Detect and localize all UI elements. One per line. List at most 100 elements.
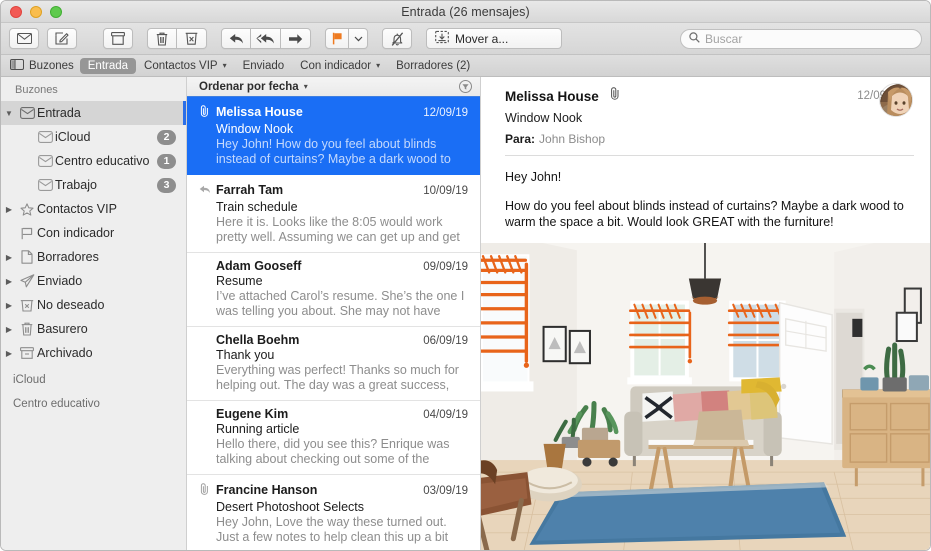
fav-label: Borradores (2): [396, 59, 471, 72]
sidebar-section-centro-educativo[interactable]: Centro educativo: [1, 389, 186, 413]
reply-all-button[interactable]: [251, 28, 281, 49]
reply-button[interactable]: [221, 28, 251, 49]
move-to-button[interactable]: Mover a...: [426, 28, 562, 49]
sidebar-toggle-button[interactable]: Buzones: [10, 57, 80, 75]
message-subject: Resume: [216, 274, 263, 288]
bell-slash-icon: [391, 31, 404, 46]
mail-window: Entrada (26 mensajes) Mover a... Buscar …: [0, 0, 931, 551]
sort-label: Ordenar por fecha: [199, 80, 299, 93]
message-rows: Melissa House 12/09/19 Window Nook Hey J…: [187, 97, 480, 550]
chevron-down-icon: ▾: [376, 61, 381, 70]
forward-button[interactable]: [281, 28, 311, 49]
mute-button[interactable]: [382, 28, 412, 49]
to-label: Para:: [505, 132, 536, 146]
flag-menu-button[interactable]: [349, 28, 368, 49]
close-button[interactable]: [10, 5, 22, 18]
sidebar-item-trabajo[interactable]: Trabajo 3: [1, 173, 186, 197]
sidebar-section-icloud[interactable]: iCloud: [1, 365, 186, 389]
message-sender: Adam Gooseff: [216, 259, 302, 273]
disclosure-closed-icon[interactable]: ▶: [1, 349, 17, 358]
disclosure-closed-icon[interactable]: ▶: [1, 253, 17, 262]
fav-label: Contactos VIP: [144, 59, 218, 72]
compose-pencil-icon: [55, 32, 69, 45]
message-date: 10/09/19: [423, 185, 468, 197]
flag-icon: [332, 32, 343, 45]
message-date: 04/09/19: [423, 409, 468, 421]
search-field[interactable]: [680, 28, 922, 49]
zoom-button[interactable]: [50, 5, 62, 18]
message-sender: Eugene Kim: [216, 407, 289, 421]
message-sender: Chella Boehm: [216, 333, 300, 347]
drafts-page-icon: [17, 250, 37, 264]
get-mail-button[interactable]: [9, 28, 39, 49]
message-subject: Running article: [216, 422, 300, 436]
fav-label: Entrada: [87, 59, 129, 72]
envelope-icon: [16, 33, 32, 44]
message-row-top: Melissa House 12/09/19: [199, 103, 468, 121]
delete-junk-group: [147, 28, 207, 49]
minimize-button[interactable]: [30, 5, 42, 18]
paperclip-icon[interactable]: [609, 87, 620, 105]
move-to-folder-icon: [435, 30, 449, 47]
flag-button[interactable]: [325, 28, 349, 49]
selection-marker: [183, 101, 186, 125]
message-row-top: Francine Hanson 03/09/19: [199, 481, 468, 499]
message-sender: Farrah Tam: [216, 183, 284, 197]
star-icon: [17, 202, 37, 216]
message-row[interactable]: Farrah Tam 10/09/19 Train schedule Here …: [187, 175, 480, 253]
message-row[interactable]: Chella Boehm 06/09/19 Thank you Everythi…: [187, 327, 480, 401]
message-preview: Hello there, did you see this? Enrique w…: [216, 437, 450, 466]
archive-button[interactable]: [103, 28, 133, 49]
message-row-top: Adam Gooseff 09/09/19: [199, 259, 468, 273]
message-row[interactable]: Adam Gooseff 09/09/19 Resume I’ve attach…: [187, 253, 480, 327]
sort-bar[interactable]: Ordenar por fecha ▾: [187, 77, 480, 97]
sidebar-item-entrada[interactable]: ▼ Entrada: [1, 101, 186, 125]
junk-button[interactable]: [177, 28, 207, 49]
message-row[interactable]: Eugene Kim 04/09/19 Running article Hell…: [187, 401, 480, 475]
message-subject: Desert Photoshoot Selects: [216, 500, 364, 514]
sidebar-toggle-label: Buzones: [29, 59, 74, 72]
message-preview: Hey John! How do you feel about blinds i…: [216, 137, 451, 166]
disclosure-closed-icon[interactable]: ▶: [1, 301, 17, 310]
sidebar-item-contactos-vip[interactable]: ▶ Contactos VIP: [1, 197, 186, 221]
sender-avatar[interactable]: [879, 83, 913, 117]
filter-funnel-icon[interactable]: [459, 80, 472, 93]
unread-badge: 2: [157, 129, 176, 145]
disclosure-closed-icon[interactable]: ▶: [1, 325, 17, 334]
message-subject: Window Nook: [216, 122, 294, 136]
delete-button[interactable]: [147, 28, 177, 49]
sidebar-toggle-icon: [10, 58, 24, 73]
disclosure-closed-icon[interactable]: ▶: [1, 205, 17, 214]
message-row[interactable]: Melissa House 12/09/19 Window Nook Hey J…: [187, 97, 480, 175]
message-row-top: Eugene Kim 04/09/19: [199, 407, 468, 421]
main-body: Buzones ▼ Entrada iCloud 2 Centro educat…: [1, 77, 930, 550]
message-date: 06/09/19: [423, 335, 468, 347]
sidebar-item-con-indicador[interactable]: Con indicador: [1, 221, 186, 245]
fav-item-entrada[interactable]: Entrada: [79, 57, 137, 74]
fav-item-con-indicador[interactable]: Con indicador ▾: [292, 58, 388, 74]
disclosure-closed-icon[interactable]: ▶: [1, 277, 17, 286]
sidebar-item-enviado[interactable]: ▶ Enviado: [1, 269, 186, 293]
flag-group: [325, 28, 368, 49]
paperclip-icon: [199, 104, 211, 122]
sidebar-item-archivado[interactable]: ▶ Archivado: [1, 341, 186, 365]
sidebar-item-borradores[interactable]: ▶ Borradores: [1, 245, 186, 269]
message-row[interactable]: Francine Hanson 03/09/19 Desert Photosho…: [187, 475, 480, 550]
fav-item-enviado[interactable]: Enviado: [235, 58, 293, 74]
to-value[interactable]: John Bishop: [539, 132, 605, 146]
body-paragraph: Hey John!: [505, 170, 562, 184]
search-input[interactable]: [705, 31, 913, 46]
sidebar-item-label: Con indicador: [37, 226, 115, 240]
chevron-down-icon[interactable]: ▾: [304, 82, 308, 91]
fav-item-borradores[interactable]: Borradores (2): [388, 58, 478, 74]
message-date: 03/09/19: [423, 485, 468, 497]
disclosure-open-icon[interactable]: ▼: [1, 109, 17, 118]
sidebar-item-no-deseado[interactable]: ▶ No deseado: [1, 293, 186, 317]
compose-button[interactable]: [47, 28, 77, 49]
sidebar-item-centro-educativo[interactable]: Centro educativo 1: [1, 149, 186, 173]
sidebar-item-basurero[interactable]: ▶ Basurero: [1, 317, 186, 341]
sidebar-item-icloud[interactable]: iCloud 2: [1, 125, 186, 149]
attached-image[interactable]: [481, 243, 930, 550]
inbox-icon: [35, 179, 55, 191]
fav-item-contactos-vip[interactable]: Contactos VIP ▾: [136, 58, 235, 74]
